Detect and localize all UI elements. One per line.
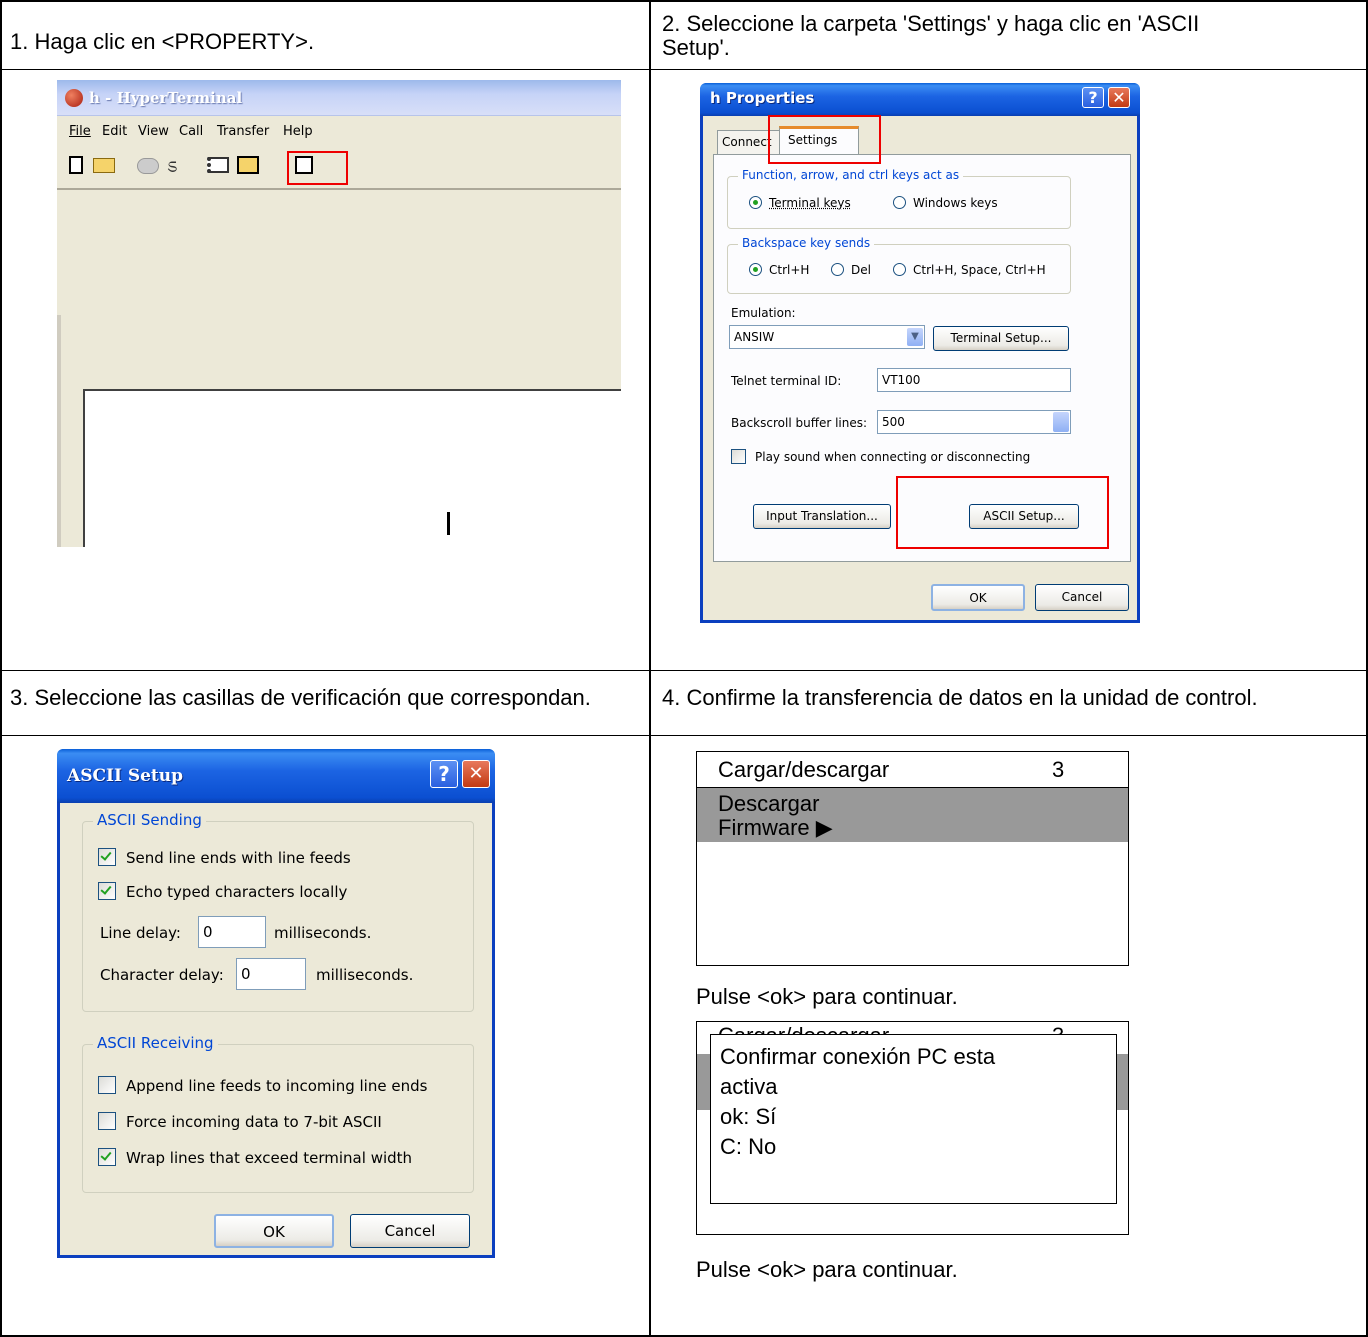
text-cursor — [447, 512, 450, 535]
echo-typed-label: Echo typed characters locally — [126, 883, 348, 901]
step-4-title: 4. Confirme la transferencia de datos en… — [662, 685, 1258, 710]
open-icon[interactable] — [93, 158, 115, 173]
backscroll-field[interactable]: 500 — [877, 410, 1071, 434]
table-border-left — [0, 0, 2, 1337]
column-divider — [649, 0, 651, 1337]
menu-transfer[interactable]: Transfer — [217, 124, 269, 139]
settings-tab-highlight — [768, 115, 881, 164]
wrap-lines-checkbox[interactable] — [98, 1148, 116, 1166]
menu-view[interactable]: View — [138, 124, 169, 139]
input-translation-button[interactable]: Input Translation... — [753, 504, 891, 529]
chevron-down-icon[interactable]: ▼ — [907, 328, 923, 346]
line-delay-ms: milliseconds. — [274, 924, 372, 942]
lcd-screen-1: Cargar/descargar 3 Descargar Firmware ▶ — [696, 751, 1129, 966]
confirm-popup: Confirmar conexión PC esta activa ok: Sí… — [710, 1034, 1117, 1204]
backscroll-label: Backscroll buffer lines: — [731, 416, 868, 430]
function-keys-group-label: Function, arrow, and ctrl keys act as — [738, 168, 964, 182]
new-icon[interactable] — [69, 156, 83, 174]
terminal-keys-radio[interactable] — [749, 196, 762, 209]
emulation-select[interactable]: ANSIW — [729, 325, 925, 349]
echo-typed-checkbox[interactable] — [98, 882, 116, 900]
force-7bit-label: Force incoming data to 7-bit ASCII — [126, 1113, 382, 1131]
terminal-text-area[interactable] — [83, 389, 621, 547]
ctrl-h-space-label: Ctrl+H, Space, Ctrl+H — [913, 263, 1046, 277]
row-divider-2 — [0, 670, 1368, 671]
properties-title: h Properties — [700, 83, 1140, 116]
receive-icon[interactable] — [237, 156, 259, 174]
terminal-setup-button[interactable]: Terminal Setup... — [933, 326, 1069, 351]
row-divider-1 — [0, 69, 1368, 70]
table-border-top — [0, 0, 1368, 2]
cancel-button[interactable]: Cancel — [1035, 584, 1129, 611]
menu-edit[interactable]: Edit — [102, 124, 127, 139]
ascii-setup-dialog: ASCII Setup ? ✕ ASCII Sending Send line … — [57, 749, 495, 1258]
ascii-sending-label: ASCII Sending — [93, 811, 206, 829]
ascii-receiving-label: ASCII Receiving — [93, 1034, 218, 1052]
play-sound-checkbox[interactable] — [731, 449, 746, 464]
del-radio[interactable] — [831, 263, 844, 276]
telnet-id-label: Telnet terminal ID: — [731, 374, 842, 388]
line-delay-field[interactable]: 0 — [198, 916, 266, 948]
ascii-setup-highlight — [896, 476, 1109, 549]
force-7bit-checkbox[interactable] — [98, 1112, 116, 1130]
emulation-label: Emulation: — [731, 306, 796, 320]
del-label: Del — [851, 263, 871, 277]
step-3-title: 3. Seleccione las casillas de verificaci… — [10, 685, 591, 710]
hyperterminal-app-icon — [65, 89, 83, 107]
terminal-left-edge — [57, 315, 61, 547]
disconnect-icon[interactable]: ಽ — [167, 154, 183, 176]
hyperterminal-menubar: File Edit View Call Transfer Help — [57, 118, 621, 142]
play-sound-label: Play sound when connecting or disconnect… — [755, 450, 1031, 464]
telnet-id-field[interactable]: VT100 — [877, 368, 1071, 392]
step-1-title: 1. Haga clic en <PROPERTY>. — [10, 29, 315, 54]
row-divider-3 — [0, 735, 1368, 736]
dial-icon[interactable] — [137, 158, 159, 174]
ctrl-h-radio[interactable] — [749, 263, 762, 276]
backscroll-spinner[interactable] — [1053, 412, 1069, 432]
confirm-line4: C: No — [720, 1134, 777, 1159]
char-delay-field[interactable]: 0 — [236, 958, 306, 990]
ctrl-h-label: Ctrl+H — [769, 263, 810, 277]
close-icon[interactable]: ✕ — [462, 760, 490, 788]
help-icon[interactable]: ? — [430, 760, 458, 788]
property-highlight — [287, 151, 348, 185]
cancel-button[interactable]: Cancel — [350, 1214, 470, 1248]
menu-file[interactable]: File — [69, 124, 91, 139]
ok-button[interactable]: OK — [214, 1214, 334, 1248]
line-delay-label: Line delay: — [100, 924, 181, 942]
append-line-feeds-label: Append line feeds to incoming line ends — [126, 1077, 428, 1095]
confirm-line1: Confirmar conexión PC esta — [720, 1044, 996, 1069]
send-line-ends-checkbox[interactable] — [98, 848, 116, 866]
close-icon[interactable]: ✕ — [1108, 87, 1130, 108]
terminal-keys-label: Terminal keys — [769, 196, 851, 210]
menu-call[interactable]: Call — [179, 124, 203, 139]
windows-keys-label: Windows keys — [913, 196, 998, 210]
confirm-line2: activa — [720, 1074, 778, 1099]
hyperterminal-title: h - HyperTerminal — [89, 89, 243, 107]
wrap-lines-label: Wrap lines that exceed terminal width — [126, 1149, 413, 1167]
windows-keys-radio[interactable] — [893, 196, 906, 209]
char-delay-label: Character delay: — [100, 966, 224, 984]
menu-help[interactable]: Help — [283, 124, 313, 139]
confirm-line3: ok: Sí — [720, 1104, 777, 1129]
send-icon[interactable] — [207, 157, 229, 173]
lcd1-header: Cargar/descargar — [718, 757, 890, 782]
lcd1-line2: Firmware ▶ — [718, 815, 833, 840]
ctrl-h-space-radio[interactable] — [893, 263, 906, 276]
backspace-group-label: Backspace key sends — [738, 236, 875, 250]
char-delay-ms: milliseconds. — [316, 966, 414, 984]
lcd1-line1: Descargar — [718, 791, 820, 816]
append-line-feeds-checkbox[interactable] — [98, 1076, 116, 1094]
pulse-ok-1: Pulse <ok> para continuar. — [696, 984, 958, 1009]
lcd1-number: 3 — [1052, 757, 1065, 782]
step-2-title: 2. Seleccione la carpeta 'Settings' y ha… — [662, 11, 1200, 60]
ok-button[interactable]: OK — [931, 584, 1025, 611]
hyperterminal-titlebar: h - HyperTerminal — [57, 80, 621, 116]
pulse-ok-2: Pulse <ok> para continuar. — [696, 1257, 958, 1282]
help-icon[interactable]: ? — [1082, 87, 1104, 108]
send-line-ends-label: Send line ends with line feeds — [126, 849, 351, 867]
